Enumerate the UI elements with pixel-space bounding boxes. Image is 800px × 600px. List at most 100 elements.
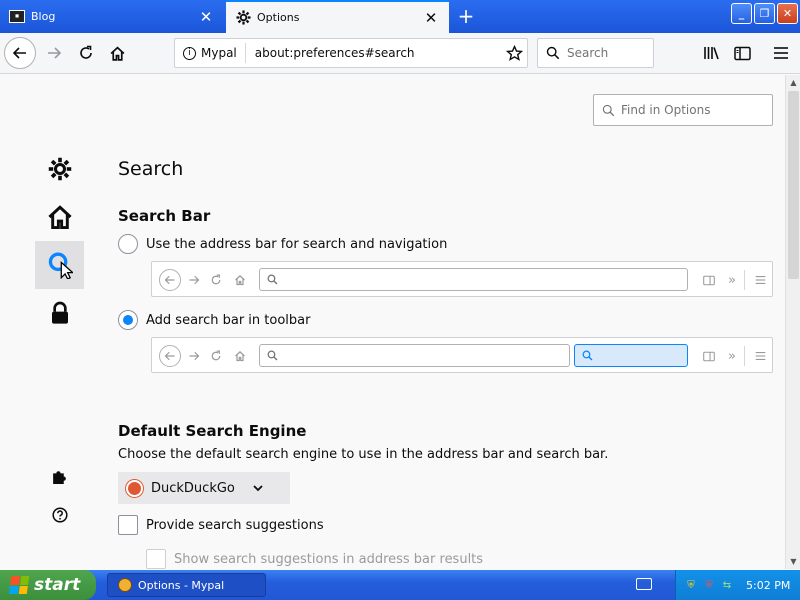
category-privacy[interactable] (35, 289, 84, 337)
default-engine-select[interactable]: DuckDuckGo (118, 472, 290, 504)
gear-icon (235, 10, 251, 25)
preview-search-field (574, 344, 688, 367)
find-in-options-input[interactable]: Find in Options (593, 94, 773, 126)
home-button[interactable] (102, 38, 132, 68)
site-identity[interactable]: i Mypal (175, 43, 246, 63)
reload-icon (80, 45, 92, 59)
windows-logo-icon (8, 576, 30, 594)
find-placeholder: Find in Options (621, 103, 711, 117)
search-placeholder: Search (567, 46, 609, 60)
checkbox-show-in-address-bar[interactable]: Show search suggestions in address bar r… (146, 549, 483, 569)
duckduckgo-icon (126, 479, 143, 497)
keyboard-icon[interactable] (636, 578, 652, 590)
tab-options[interactable]: Options ✕ (226, 0, 449, 33)
reload-button[interactable] (71, 38, 101, 68)
windows-taskbar: start Options - Mypal ⛨ ⛨ ⇆ 5:02 PM (0, 570, 800, 600)
mypal-app-icon (118, 578, 132, 592)
menu-button[interactable] (766, 38, 796, 68)
checkbox[interactable] (146, 549, 166, 569)
radio-label: Add search bar in toolbar (146, 312, 311, 328)
close-icon[interactable]: ✕ (194, 5, 218, 29)
home-icon (47, 205, 72, 230)
chevron-down-icon (253, 481, 263, 496)
arrow-left-icon (12, 47, 26, 59)
arrow-right-icon (184, 346, 204, 366)
category-general[interactable] (35, 145, 84, 193)
category-home[interactable] (35, 193, 84, 241)
tab-title: Blog (31, 10, 56, 23)
hamburger-icon (750, 346, 770, 366)
arrow-right-icon (184, 270, 204, 290)
arrow-right-icon (48, 47, 62, 59)
reload-icon (206, 270, 226, 290)
network-icon[interactable]: ⇆ (720, 578, 734, 592)
close-window-button[interactable]: ✕ (777, 3, 798, 24)
back-button[interactable] (4, 37, 36, 69)
puzzle-icon (53, 470, 66, 484)
radio-add-search-bar[interactable]: Add search bar in toolbar (118, 310, 310, 330)
new-tab-button[interactable]: + (454, 4, 478, 28)
default-engine-heading: Default Search Engine (118, 422, 307, 440)
default-engine-description: Choose the default search engine to use … (118, 447, 609, 462)
search-bar-heading: Search Bar (118, 207, 211, 225)
home-icon (110, 46, 124, 61)
checkbox[interactable] (118, 515, 138, 535)
info-icon: i (183, 46, 196, 60)
home-icon (230, 346, 250, 366)
restore-button[interactable]: ❐ (754, 3, 775, 24)
scroll-thumb[interactable] (788, 91, 799, 279)
reload-icon (206, 346, 226, 366)
category-search[interactable] (35, 241, 84, 289)
overflow-chevron-icon: » (728, 348, 736, 364)
security-alert-icon[interactable]: ⛨ (702, 578, 716, 592)
forward-button[interactable] (39, 38, 69, 68)
taskbar-item-mypal[interactable]: Options - Mypal (107, 573, 266, 597)
radio-use-address-bar[interactable]: Use the address bar for search and navig… (118, 234, 447, 254)
library-button[interactable] (696, 38, 726, 68)
url-bar[interactable]: i Mypal about:preferences#search (174, 38, 528, 68)
start-label: start (34, 575, 81, 595)
home-icon (230, 270, 250, 290)
search-icon (48, 252, 73, 279)
page-title: Search (118, 158, 184, 180)
hamburger-icon (774, 47, 788, 59)
library-icon (703, 47, 719, 60)
search-icon (582, 350, 593, 361)
sidebar-icon (699, 346, 719, 366)
task-label: Options - Mypal (138, 578, 225, 592)
hamburger-icon (750, 270, 770, 290)
start-button[interactable]: start (0, 570, 96, 600)
tab-blog[interactable]: ▪ Blog ✕ (0, 0, 224, 33)
search-icon (267, 274, 278, 285)
blog-favicon-icon: ▪ (9, 10, 25, 24)
preview-url-field (259, 268, 688, 291)
sidebar-icon (733, 46, 751, 60)
checkbox-provide-suggestions[interactable]: Provide search suggestions (118, 515, 324, 535)
clock: 5:02 PM (746, 578, 791, 592)
separator (744, 346, 745, 366)
scroll-up-arrow-icon[interactable]: ▲ (787, 75, 800, 90)
scroll-down-arrow-icon[interactable]: ▼ (787, 554, 800, 569)
radio-label: Use the address bar for search and navig… (146, 236, 448, 252)
page-scrollbar[interactable]: ▲ ▼ (785, 75, 800, 569)
arrow-left-icon (159, 269, 181, 291)
search-input[interactable]: Search (537, 38, 654, 68)
search-icon (546, 46, 560, 60)
radio-button[interactable] (118, 234, 138, 254)
radio-button[interactable] (118, 310, 138, 330)
bookmark-star-icon[interactable] (501, 44, 527, 62)
category-support[interactable] (35, 491, 84, 539)
sidebar-icon (699, 270, 719, 290)
address-bar-preview: » (151, 261, 773, 297)
minimize-button[interactable]: _ (731, 3, 752, 24)
close-icon[interactable]: ✕ (419, 6, 443, 30)
lock-icon (51, 301, 68, 324)
separator (744, 270, 745, 290)
shield-icon[interactable]: ⛨ (684, 578, 698, 592)
help-icon (51, 507, 68, 523)
search-icon (267, 350, 278, 361)
url-text[interactable]: about:preferences#search (246, 46, 501, 60)
engine-label: DuckDuckGo (151, 480, 235, 496)
sidebar-button[interactable] (727, 38, 757, 68)
window-titlebar: ▪ Blog ✕ Options ✕ + _ ❐ ✕ (0, 0, 800, 33)
